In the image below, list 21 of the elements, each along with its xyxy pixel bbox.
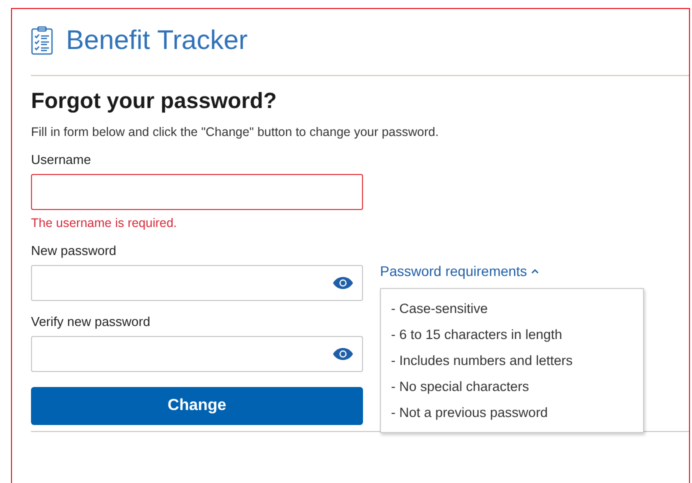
error-message: The username is required. bbox=[31, 216, 178, 230]
requirement-item: - No special characters bbox=[391, 378, 530, 396]
eye-icon[interactable] bbox=[332, 276, 354, 290]
instructions-text: Fill in form below and click the "Change" button to change your password. bbox=[31, 125, 439, 139]
input-field[interactable] bbox=[31, 174, 363, 210]
input-field[interactable] bbox=[31, 265, 363, 301]
field-label: New password bbox=[31, 243, 118, 258]
eye-icon[interactable] bbox=[332, 347, 354, 361]
requirement-item: - Includes numbers and letters bbox=[391, 352, 574, 370]
requirement-item: - Not a previous password bbox=[391, 404, 549, 422]
requirement-item: - 6 to 15 characters in length bbox=[391, 326, 564, 344]
requirement-item: - Case-sensitive bbox=[391, 300, 489, 318]
page-heading: Forgot your password? bbox=[31, 88, 278, 114]
caret-icon bbox=[531, 268, 540, 274]
input-field[interactable] bbox=[31, 336, 363, 372]
requirements-link[interactable]: Password requirements bbox=[380, 263, 540, 279]
field-label: Verify new password bbox=[31, 314, 152, 329]
checklist-icon bbox=[31, 26, 53, 55]
field-label: Username bbox=[31, 152, 92, 167]
app-title: Benefit Tracker bbox=[66, 25, 248, 56]
change-button[interactable]: Change bbox=[31, 387, 363, 425]
